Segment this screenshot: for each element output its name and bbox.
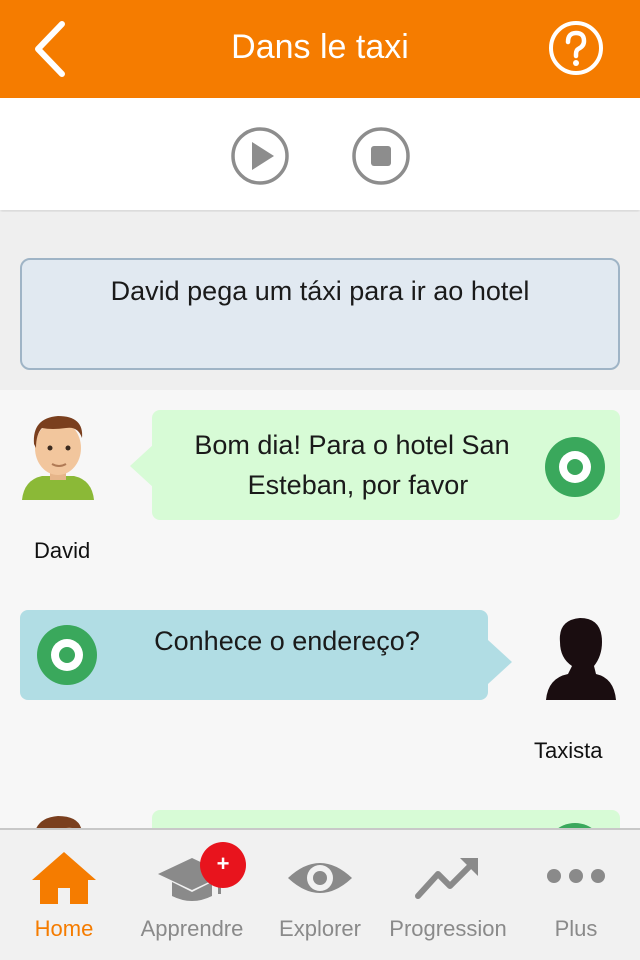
tab-label: Explorer bbox=[279, 916, 361, 941]
eye-icon bbox=[288, 863, 352, 893]
tab-home[interactable]: Home bbox=[0, 830, 128, 960]
speaker-name-taxista: Taxista bbox=[534, 738, 603, 763]
bubble-tail bbox=[488, 640, 512, 684]
tab-label: Plus bbox=[554, 916, 598, 941]
help-circle-icon[interactable] bbox=[548, 20, 604, 76]
trending-up-icon bbox=[415, 858, 478, 899]
tab-progression[interactable]: Progression bbox=[384, 830, 512, 960]
more-dots-icon bbox=[547, 869, 605, 883]
tab-label: Progression bbox=[389, 916, 507, 941]
conversation-area[interactable]: David pega um táxi para ir ao hotel Davi… bbox=[0, 212, 640, 828]
dialogue-bubble-partial[interactable] bbox=[152, 810, 620, 828]
dialogue-text: Conhece o endereço? bbox=[154, 626, 420, 656]
notification-badge: + bbox=[200, 842, 246, 888]
tab-plus[interactable]: Plus bbox=[512, 830, 640, 960]
playback-controls bbox=[0, 98, 640, 210]
taxista-silhouette-avatar bbox=[546, 618, 616, 700]
intro-section: David pega um táxi para ir ao hotel bbox=[0, 212, 640, 390]
tab-apprendre[interactable]: + Apprendre bbox=[128, 830, 256, 960]
dialogue-text-line1: Bom dia! Para o hotel San bbox=[194, 430, 510, 460]
dialogue-bubble-david[interactable]: Bom dia! Para o hotel San Esteban, por f… bbox=[152, 410, 620, 520]
bottom-tab-bar: Home + Apprendre Explorer Progression Pl… bbox=[0, 828, 640, 960]
play-icon[interactable] bbox=[230, 126, 290, 186]
tab-label: Home bbox=[34, 916, 94, 941]
stop-icon[interactable] bbox=[351, 126, 411, 186]
tab-explorer[interactable]: Explorer bbox=[256, 830, 384, 960]
audio-play-icon[interactable] bbox=[36, 624, 98, 686]
dialogue-text-line2: Esteban, por favor bbox=[247, 470, 469, 500]
david-avatar bbox=[36, 816, 82, 828]
dialogue-bubble-taxista[interactable]: Conhece o endereço? bbox=[20, 610, 488, 700]
app-header: Dans le taxi bbox=[0, 0, 640, 98]
speaker-name-david: David bbox=[34, 538, 91, 563]
scene-description: David pega um táxi para ir ao hotel bbox=[20, 258, 620, 370]
page-title: Dans le taxi bbox=[231, 28, 409, 66]
tab-label: Apprendre bbox=[140, 916, 244, 941]
bubble-tail bbox=[130, 444, 154, 488]
david-avatar bbox=[22, 416, 94, 500]
audio-play-icon[interactable] bbox=[544, 436, 606, 498]
home-icon bbox=[32, 852, 96, 904]
